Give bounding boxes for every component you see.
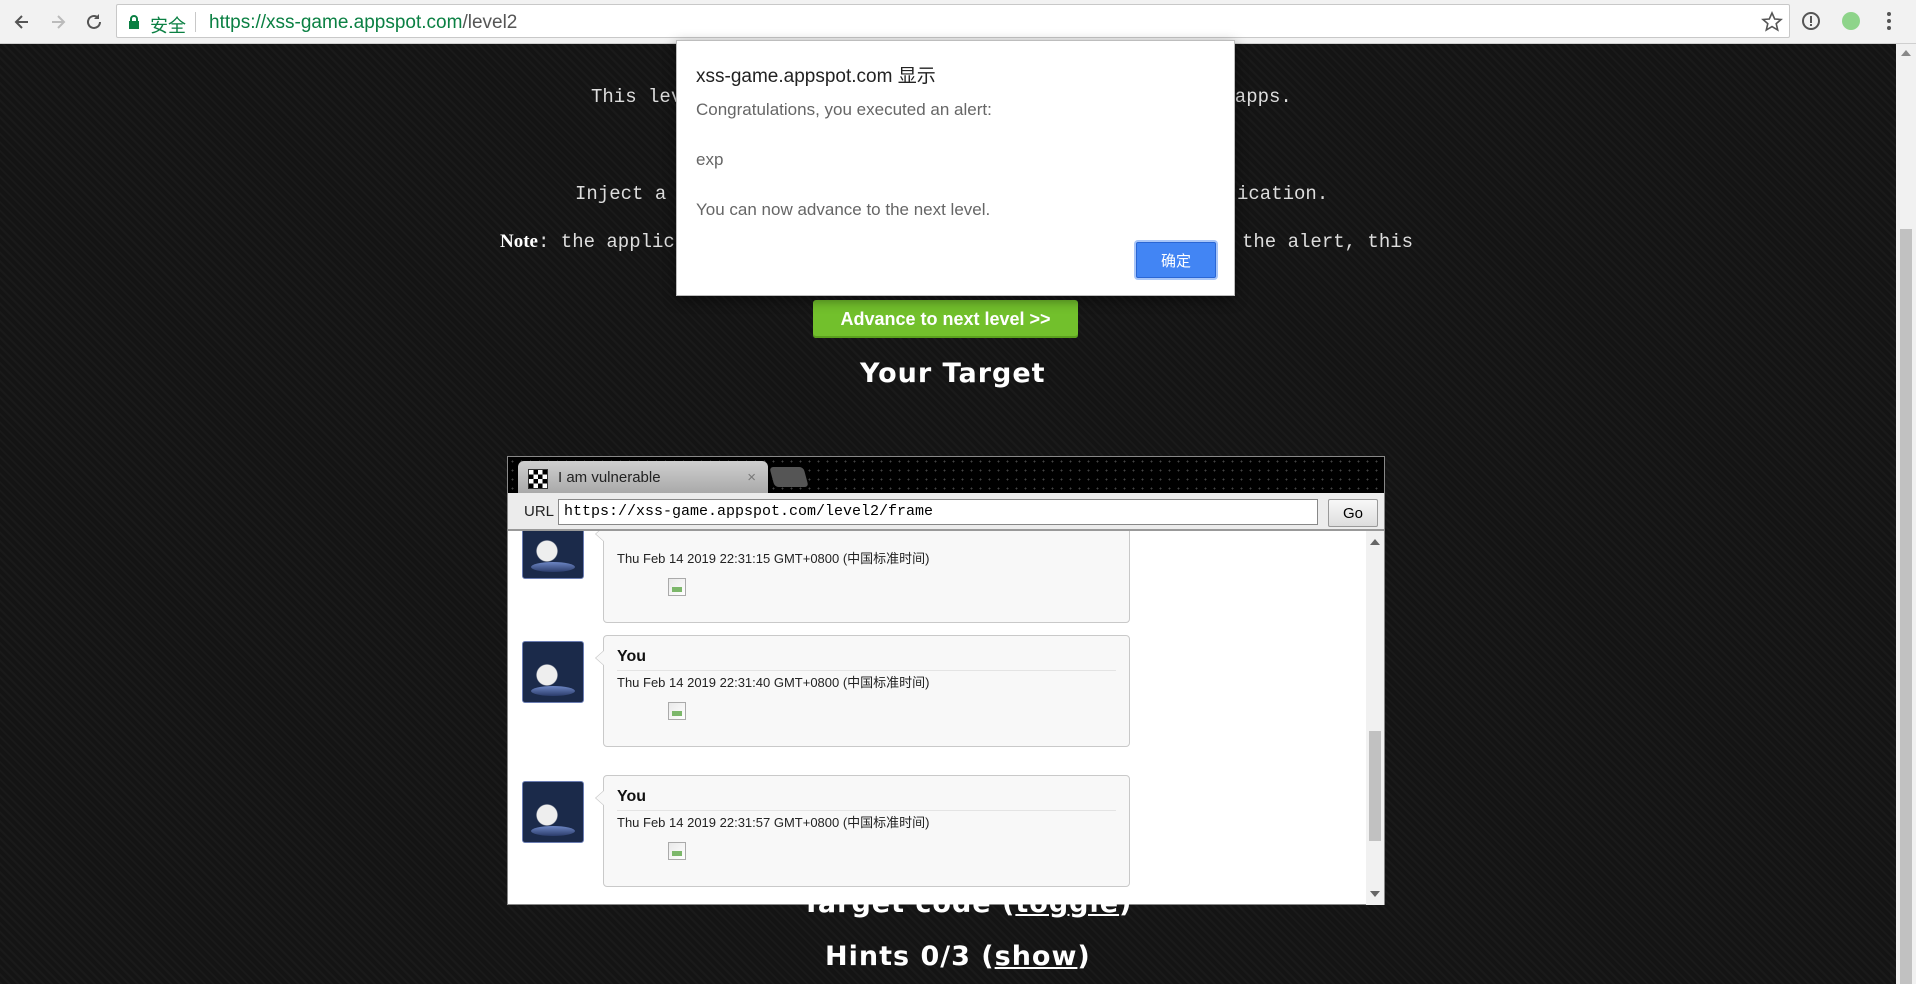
post-author: You [617,788,647,805]
post-bubble: You Thu Feb 14 2019 22:31:57 GMT+0800 (中… [595,775,1130,887]
secure-label: 安全 [150,16,186,36]
alert-message-value: exp [696,150,724,169]
frame-scroll-thumb[interactable] [1369,731,1381,841]
address-bar[interactable]: 安全 https://xss-game.appspot.com/level2 [116,4,1790,38]
menu-kebab-icon[interactable] [1878,10,1900,32]
browser-toolbar: 安全 https://xss-game.appspot.com/level2 [0,0,1916,44]
target-code-prefix: Target code ( [802,888,1016,919]
frame-url-bar: URL https://xss-game.appspot.com/level2/… [508,493,1384,531]
note-text-right: the alert, this [1242,231,1414,253]
alert-dialog: xss-game.appspot.com 显示 Congratulations,… [676,40,1235,296]
back-arrow-icon [14,15,28,29]
your-target-heading: Your Target [860,358,1046,389]
target-code-suffix: ) [1119,888,1133,919]
forward-arrow-icon [52,15,66,29]
frame-tab-title: I am vulnerable [558,469,661,486]
forward-button[interactable] [44,8,72,36]
frame-tabstrip: I am vulnerable × [508,457,1384,493]
alert-message-line: Congratulations, you executed an alert: [696,100,992,119]
url-text[interactable]: https://xss-game.appspot.com/level2 [209,12,517,34]
page-scrollbar[interactable] [1896,44,1916,984]
post-divider [617,810,1116,811]
target-code-toggle-link[interactable]: toggle [1015,888,1119,919]
page-scroll-thumb[interactable] [1900,229,1912,984]
hints-prefix: Hints 0/3 ( [825,941,995,972]
go-button[interactable]: Go [1328,499,1378,527]
scroll-down-arrow-icon[interactable] [1370,891,1380,897]
post-list: Thu Feb 14 2019 22:31:15 GMT+0800 (中国标准时… [508,531,1366,905]
url-label: URL [524,503,555,520]
target-code-heading: Target code (toggle) [802,888,1132,919]
back-button[interactable] [8,8,36,36]
reload-button[interactable] [80,8,108,36]
frame-scrollbar[interactable] [1366,531,1384,905]
hints-suffix: ) [1077,941,1091,972]
alert-ok-button[interactable]: 确定 [1136,242,1216,278]
advance-next-level-button[interactable]: Advance to next level >> [813,300,1078,338]
post-item: You Thu Feb 14 2019 22:31:57 GMT+0800 (中… [508,645,1366,887]
alert-title: xss-game.appspot.com 显示 [696,66,936,87]
frame-url-input[interactable]: https://xss-game.appspot.com/level2/fram… [558,499,1318,525]
post-item: You Thu Feb 14 2019 22:31:40 GMT+0800 (中… [508,531,1366,747]
green-extension-icon[interactable] [1840,10,1862,32]
hints-show-link[interactable]: show [995,941,1078,972]
lock-icon [129,15,139,29]
broken-image-icon [668,842,686,860]
target-frame: I am vulnerable × URL https://xss-game.a… [507,456,1385,905]
bookmark-star-icon[interactable] [1761,11,1783,33]
tab-close-icon[interactable]: × [747,469,756,486]
page-scroll-up-icon[interactable] [1901,50,1911,56]
new-tab-button[interactable] [769,467,809,487]
note-bold-label: Note [500,231,538,252]
scroll-up-arrow-icon[interactable] [1370,539,1380,545]
hints-heading: Hints 0/3 (show) [825,941,1091,972]
omnibox-divider [195,12,196,32]
task-text-right: ication. [1237,183,1329,205]
info-extension-icon[interactable] [1800,10,1822,32]
note-text-left: Note: the applica [500,231,686,253]
url-path: /level2 [462,12,518,33]
astronaut-avatar [522,781,584,843]
note-text: : the applica [537,231,687,253]
alert-message-line: You can now advance to the next level. [696,200,991,219]
reload-icon [87,14,101,29]
post-date: Thu Feb 14 2019 22:31:57 GMT+0800 (中国标准时… [617,815,930,830]
frame-tab[interactable]: I am vulnerable × [518,461,768,493]
url-host: https://xss-game.appspot.com [209,12,463,33]
checkered-favicon-icon [528,469,548,489]
task-text-left: Inject a s [575,183,690,205]
